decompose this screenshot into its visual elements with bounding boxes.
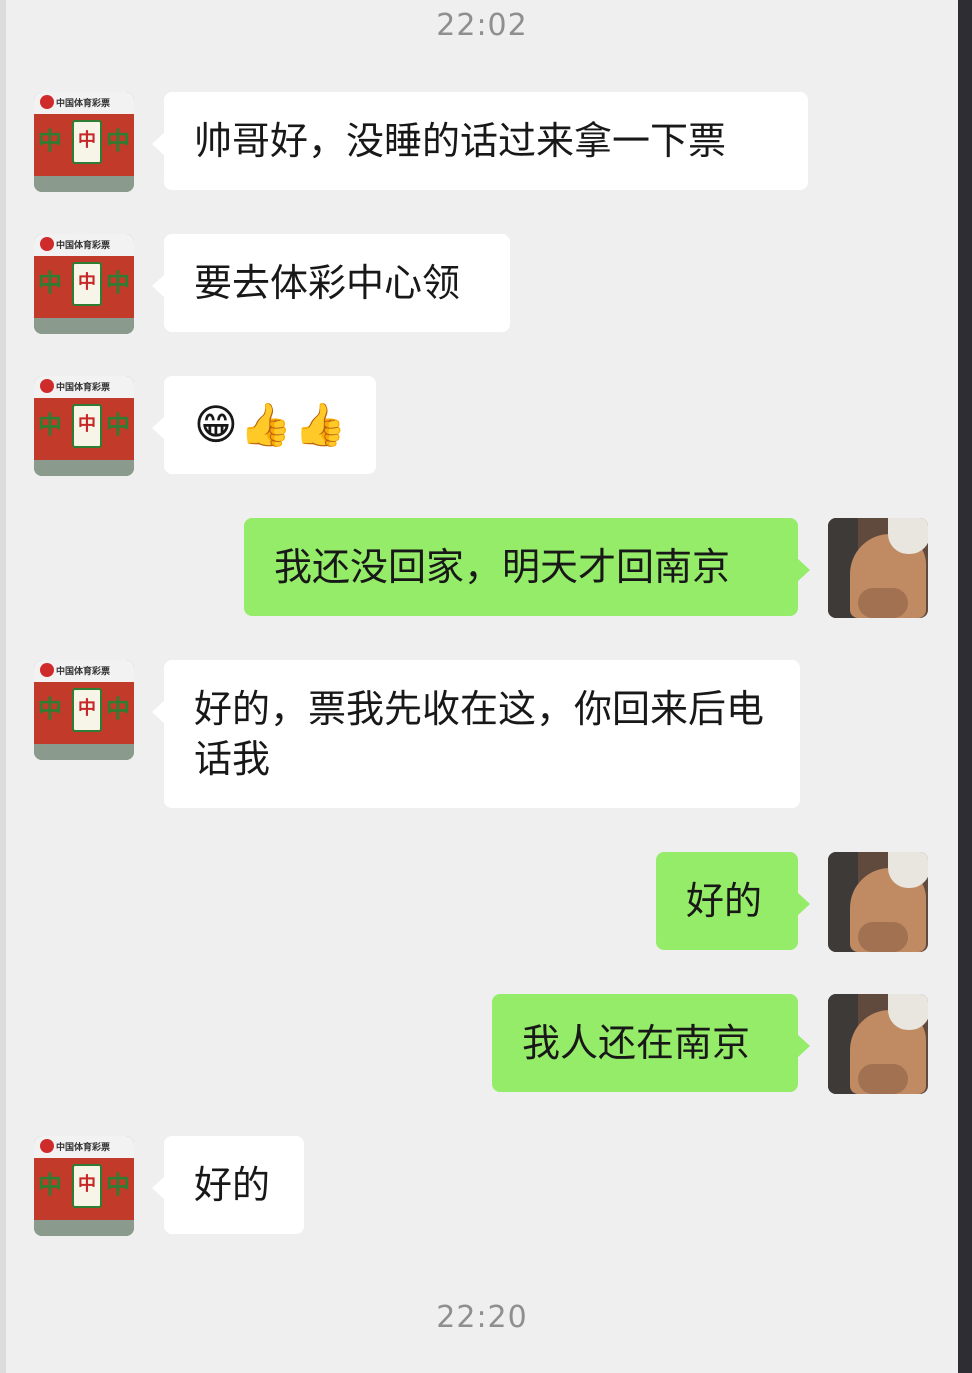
avatar-char-right: 中 [106,1171,130,1199]
lottery-logo-icon [40,237,54,251]
avatar-char-right: 中 [106,695,130,723]
avatar-tile-char: 中 [78,272,96,293]
contact-avatar[interactable]: 中国体育彩票 中 中 中 [34,660,134,760]
chat-area[interactable]: 22:02 中国体育彩票 中 中 中 帅哥好，没睡的话过来拿一下票 中国体育彩票… [6,0,958,1373]
incoming-message-bubble[interactable]: 要去体彩中心领 [152,234,510,332]
avatar-caption: 中国体育彩票 [56,383,111,393]
user-avatar[interactable] [828,852,928,952]
avatar-caption: 中国体育彩票 [56,99,111,109]
incoming-message-bubble[interactable]: 好的 [152,1136,304,1234]
lottery-logo-icon [40,379,54,393]
avatar-char-left: 中 [38,269,62,297]
outgoing-message-bubble[interactable]: 我还没回家，明天才回南京 [244,518,810,616]
timestamp: 22:20 [436,1300,528,1335]
avatar-tile-char: 中 [78,130,96,151]
incoming-message-bubble[interactable]: 帅哥好，没睡的话过来拿一下票 [152,92,808,190]
avatar-tile-char: 中 [78,1174,96,1195]
lottery-logo-icon [40,663,54,677]
avatar-caption: 中国体育彩票 [56,1143,111,1153]
avatar-char-right: 中 [106,411,130,439]
right-edge [958,0,972,1373]
user-avatar[interactable] [828,518,928,618]
incoming-emoji-bubble[interactable]: 😁👍👍 [152,376,376,474]
avatar-tile-char: 中 [78,414,96,435]
outgoing-message-bubble[interactable]: 我人还在南京 [492,994,810,1092]
avatar-tile-char: 中 [78,698,96,719]
avatar-caption: 中国体育彩票 [56,241,111,251]
lottery-logo-icon [40,1139,54,1153]
incoming-message-bubble[interactable]: 好的，票我先收在这，你回来后电话我 [152,660,800,808]
contact-avatar[interactable]: 中国体育彩票 中 中 中 [34,376,134,476]
avatar-char-left: 中 [38,1171,62,1199]
avatar-char-left: 中 [38,127,62,155]
avatar-char-left: 中 [38,695,62,723]
outgoing-message-bubble[interactable]: 好的 [656,852,810,950]
avatar-char-right: 中 [106,269,130,297]
contact-avatar[interactable]: 中国体育彩票 中 中 中 [34,234,134,334]
contact-avatar[interactable]: 中国体育彩票 中 中 中 [34,92,134,192]
avatar-char-left: 中 [38,411,62,439]
lottery-logo-icon [40,95,54,109]
timestamp: 22:02 [436,8,528,43]
contact-avatar[interactable]: 中国体育彩票 中 中 中 [34,1136,134,1236]
avatar-char-right: 中 [106,127,130,155]
user-avatar[interactable] [828,994,928,1094]
avatar-caption: 中国体育彩票 [56,667,111,677]
